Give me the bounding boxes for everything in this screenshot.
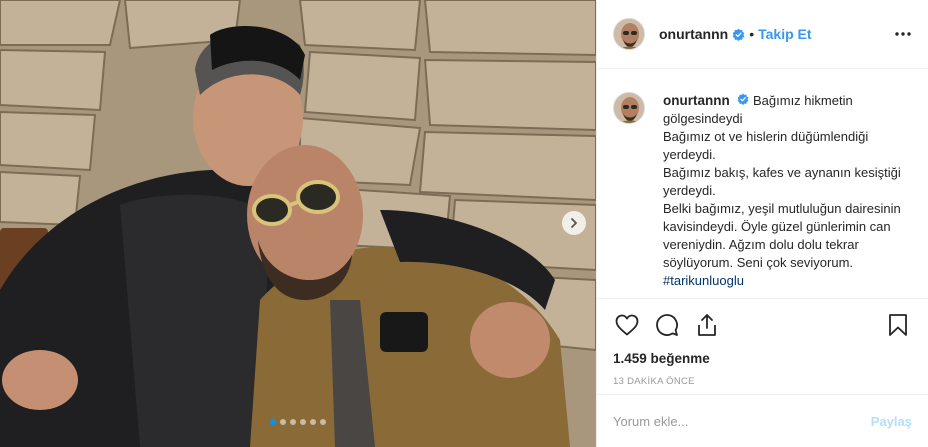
avatar[interactable] bbox=[613, 18, 645, 50]
save-button[interactable] bbox=[884, 311, 912, 339]
like-button[interactable] bbox=[613, 311, 641, 339]
caption-text: onurtannn Bağımız hikmetin gölgesindeydi… bbox=[663, 92, 912, 290]
avatar[interactable] bbox=[613, 92, 645, 124]
carousel-dot bbox=[270, 419, 276, 425]
post-side-panel: onurtannn • Takip Et onurtannn Bağımız h… bbox=[596, 0, 928, 447]
verified-badge-icon bbox=[732, 28, 745, 41]
comment-input[interactable] bbox=[613, 413, 871, 429]
profile-picture bbox=[614, 93, 644, 123]
follow-button[interactable]: Takip Et bbox=[758, 26, 811, 42]
share-icon bbox=[698, 314, 716, 336]
carousel-next-button[interactable] bbox=[562, 211, 586, 235]
carousel-indicator bbox=[0, 419, 596, 425]
post-timestamp[interactable]: 13 DAKİKA ÖNCE bbox=[613, 376, 912, 387]
profile-picture bbox=[614, 19, 644, 49]
caption-username[interactable]: onurtannn bbox=[663, 93, 730, 108]
comment-button[interactable] bbox=[653, 311, 681, 339]
separator: • bbox=[749, 26, 755, 42]
more-horizontal-icon bbox=[895, 32, 911, 36]
post-actions: 1.459 beğenme 13 DAKİKA ÖNCE bbox=[597, 298, 928, 394]
bookmark-icon bbox=[889, 314, 907, 336]
caption-line: Belki bağımız, yeşil mutluluğun dairesin… bbox=[663, 200, 912, 290]
post-comment-button[interactable]: Paylaş bbox=[871, 414, 912, 429]
share-button[interactable] bbox=[693, 311, 721, 339]
hashtag-link[interactable]: #tarikunluoglu bbox=[663, 273, 744, 288]
action-icons bbox=[613, 311, 912, 339]
comment-icon bbox=[656, 314, 678, 336]
carousel-dot bbox=[280, 419, 286, 425]
chevron-right-icon bbox=[571, 218, 577, 228]
more-options-button[interactable] bbox=[894, 31, 912, 37]
photo-illustration bbox=[0, 0, 596, 447]
caption-line-text: Belki bağımız, yeşil mutluluğun dairesin… bbox=[663, 201, 901, 270]
comment-box: Paylaş bbox=[597, 394, 928, 447]
heart-icon bbox=[615, 314, 639, 336]
carousel-dot bbox=[320, 419, 326, 425]
likes-count[interactable]: 1.459 beğenme bbox=[613, 351, 912, 366]
caption-line: Bağımız bakış, kafes ve aynanın kesiştiğ… bbox=[663, 165, 901, 198]
carousel-dot bbox=[290, 419, 296, 425]
caption-row: onurtannn Bağımız hikmetin gölgesindeydi… bbox=[613, 92, 912, 290]
post-header: onurtannn • Takip Et bbox=[597, 0, 928, 69]
carousel-dot bbox=[300, 419, 306, 425]
post-photo[interactable] bbox=[0, 0, 596, 447]
verified-badge-icon bbox=[737, 93, 749, 105]
header-username[interactable]: onurtannn bbox=[659, 26, 728, 42]
carousel-dot bbox=[310, 419, 316, 425]
comments-area: onurtannn Bağımız hikmetin gölgesindeydi… bbox=[597, 70, 928, 298]
caption-line: Bağımız ot ve hislerin düğümlendiği yerd… bbox=[663, 129, 869, 162]
